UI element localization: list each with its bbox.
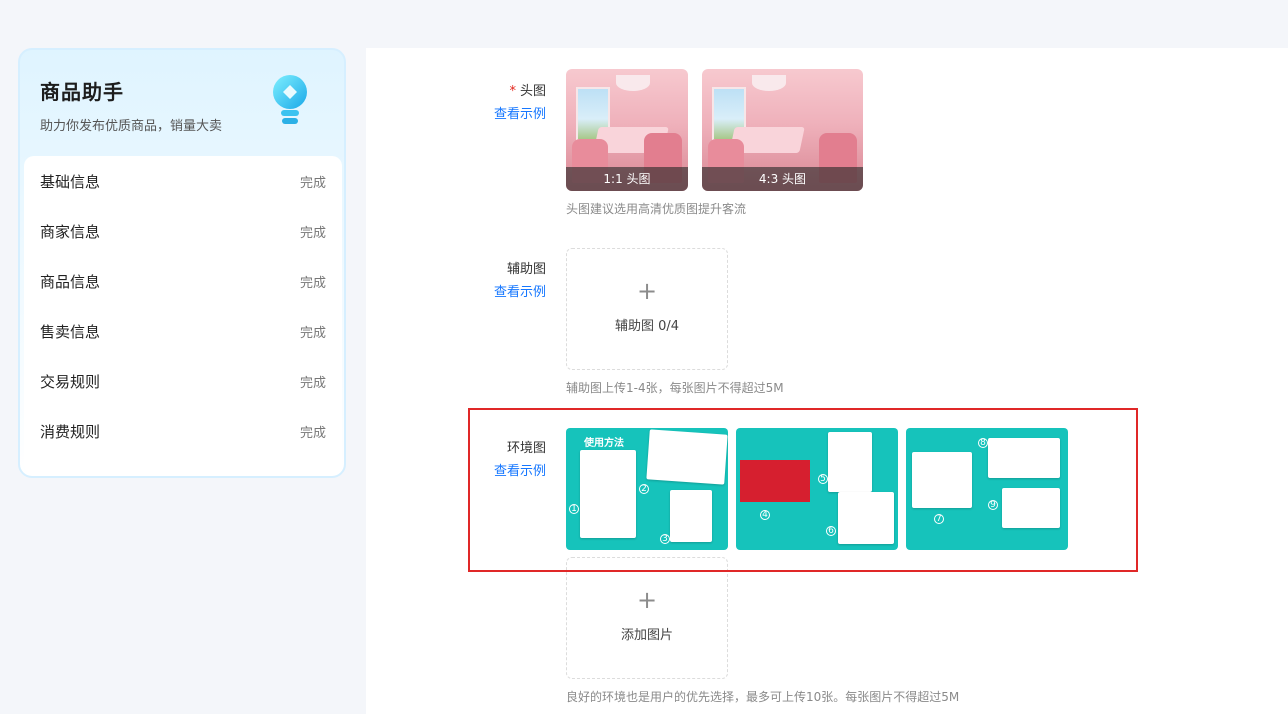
required-mark: *: [509, 84, 516, 99]
step-status: 完成: [299, 375, 326, 391]
aux-image-example-link[interactable]: 查看示例: [486, 281, 546, 300]
step-status: 完成: [299, 425, 326, 441]
head-image-1x1[interactable]: 1:1 头图: [566, 69, 688, 191]
step-name: 商家信息: [40, 222, 101, 241]
aux-image-label: 辅助图 查看示例: [486, 258, 546, 300]
head-image-label: * 头图 查看示例: [486, 80, 546, 122]
head-image-hint: 头图建议选用高清优质图提升客流: [566, 202, 747, 216]
step-status: 完成: [299, 325, 326, 341]
step-name: 消费规则: [40, 422, 101, 441]
step-product-info[interactable]: 商品信息 完成: [24, 256, 342, 306]
step-name: 商品信息: [40, 272, 101, 291]
step-name: 基础信息: [40, 172, 101, 191]
head-image-4x3[interactable]: 4:3 头图: [702, 69, 863, 191]
step-name: 交易规则: [40, 372, 101, 391]
upload-text: 辅助图 0/4: [614, 319, 680, 334]
step-name: 售卖信息: [40, 322, 101, 341]
plus-icon: +: [636, 277, 658, 305]
head-image-example-link[interactable]: 查看示例: [486, 103, 546, 122]
step-trade-rules[interactable]: 交易规则 完成: [24, 356, 342, 406]
lightbulb-icon: [273, 75, 307, 124]
env-image-example-link[interactable]: 查看示例: [478, 460, 546, 479]
step-sale-info[interactable]: 售卖信息 完成: [24, 306, 342, 356]
thumb-caption: 1:1 头图: [566, 167, 688, 191]
plus-icon: +: [636, 586, 658, 614]
env-guide-image-1[interactable]: 使用方法 1 2 3: [566, 428, 728, 550]
assistant-header: 商品助手 助力你发布优质商品，销量大卖: [20, 50, 344, 156]
step-consume-rules[interactable]: 消费规则 完成: [24, 406, 342, 456]
step-basic-info[interactable]: 基础信息 完成: [24, 156, 342, 206]
guide-title: 使用方法: [584, 438, 624, 449]
env-guide-image-2[interactable]: 5 4 6: [736, 428, 898, 550]
step-list: 基础信息 完成 商家信息 完成 商品信息 完成 售卖信息 完成 交易规则 完成 …: [24, 156, 342, 474]
step-status: 完成: [299, 275, 326, 291]
step-status: 完成: [299, 175, 326, 191]
env-image-hint: 良好的环境也是用户的优先选择，最多可上传10张。每张图片不得超过5M: [566, 690, 960, 704]
env-image-add-upload[interactable]: + 添加图片: [566, 557, 728, 679]
step-status: 完成: [299, 225, 326, 241]
step-merchant-info[interactable]: 商家信息 完成: [24, 206, 342, 256]
product-assistant-card: 商品助手 助力你发布优质商品，销量大卖 基础信息 完成 商家信息 完成 商品信息: [18, 48, 346, 478]
thumb-caption: 4:3 头图: [702, 167, 863, 191]
aux-image-upload[interactable]: + 辅助图 0/4: [566, 248, 728, 370]
upload-text: 添加图片: [620, 628, 673, 643]
env-image-label: 环境图 查看示例: [478, 437, 546, 479]
aux-image-hint: 辅助图上传1-4张，每张图片不得超过5M: [566, 381, 784, 395]
env-guide-image-3[interactable]: 7 8 9: [906, 428, 1068, 550]
